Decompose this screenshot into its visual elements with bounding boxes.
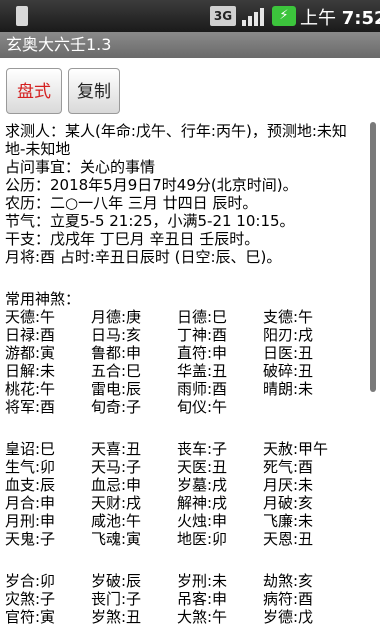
gods-heading: 常用神煞： [5,290,81,308]
god-entry: 丧门:子 [91,590,142,608]
god-entry: 月破:亥 [263,494,314,512]
god-entry: 地医:卯 [177,530,228,548]
god-entry: 游都:寅 [5,344,56,362]
gods-row: 血支:辰 血忌:申 岁墓:戌 月厌:未 [5,476,365,494]
gods-row: 岁合:卯 岁破:辰 岁刑:未 劫煞:亥 [5,572,365,590]
god-entry: 雨师:酉 [177,380,228,398]
gods-row: 日禄:酉 日马:亥 丁神:酉 阳刃:戌 [5,326,365,344]
god-entry: 岁合:卯 [5,572,56,590]
god-entry: 咸池:午 [91,512,142,530]
god-entry: 天马:子 [91,458,142,476]
gods-row: 日解:未 五合:巳 华盖:丑 破碎:丑 [5,362,365,380]
god-entry: 日马:亥 [91,326,142,344]
gods-row: 生气:卯 天马:子 天医:丑 死气:酉 [5,458,365,476]
solar-term-line: 节气：立夏5-5 21:25，小满5-21 10:15。 [5,212,295,230]
solar-date-line: 公历：2018年5月9日7时49分(北京时间)。 [5,176,298,194]
god-entry: 岁破:辰 [91,572,142,590]
god-entry: 飞廉:未 [263,512,314,530]
god-entry: 生气:卯 [5,458,56,476]
god-entry: 官符:寅 [5,608,56,626]
god-entry: 病符:酉 [263,590,314,608]
sim-card-icon [16,6,28,26]
gods-row: 月合:申 天财:戌 解神:戌 月破:亥 [5,494,365,512]
god-entry: 天赦:甲午 [263,440,329,458]
god-entry: 天财:戌 [91,494,142,512]
signal-strength-icon [240,6,266,26]
gods-row: 天鬼:子 飞魂:寅 地医:卯 天恩:丑 [5,530,365,548]
location-line: 地-未知地 [5,140,71,158]
god-entry: 天恩:丑 [263,530,314,548]
god-entry: 天医:丑 [177,458,228,476]
querent-line: 求测人：某人(年命:戊午、行年:丙午)，预测地:未知 [5,122,347,140]
god-entry: 将军:酉 [5,398,56,416]
matter-line: 占问事宜：关心的事情 [5,158,156,176]
ganzhi-line: 干支：戊戌年 丁巳月 辛丑日 壬辰时。 [5,230,260,248]
clock: 上午 7:52 [300,4,380,30]
god-entry: 岁德:戊 [263,608,314,626]
app-title-bar: 玄奥大六壬1.3 [0,32,380,58]
god-entry: 吊客:申 [177,590,228,608]
god-entry: 日医:丑 [263,344,314,362]
clock-time: 7:52 [341,8,380,29]
gods-row: 皇诏:巳 天喜:丑 丧车:子 天赦:甲午 [5,440,365,458]
god-entry: 皇诏:巳 [5,440,56,458]
god-entry: 天鬼:子 [5,530,56,548]
gods-row: 将军:酉 旬奇:子 旬仪:午 [5,398,365,416]
god-entry: 晴朗:未 [263,380,314,398]
gods-row: 官符:寅 岁煞:丑 大煞:午 岁德:戊 [5,608,365,626]
god-entry: 丁神:酉 [177,326,228,344]
god-entry: 火烛:申 [177,512,228,530]
god-entry: 血支:辰 [5,476,56,494]
god-entry: 死气:酉 [263,458,314,476]
god-entry: 破碎:丑 [263,362,314,380]
gods-row: 灾煞:子 丧门:子 吊客:申 病符:酉 [5,590,365,608]
god-entry: 丧车:子 [177,440,228,458]
status-bar: 3G ⚡ 上午 7:52 [0,0,380,32]
copy-button[interactable]: 复制 [68,68,120,114]
god-entry: 大煞:午 [177,608,228,626]
god-entry: 雷电:辰 [91,380,142,398]
gods-row: 月刑:申 咸池:午 火烛:申 飞廉:未 [5,512,365,530]
app-title: 玄奥大六壬1.3 [6,35,112,54]
god-entry: 岁墓:戌 [177,476,228,494]
god-entry: 飞魂:寅 [91,530,142,548]
god-entry: 岁煞:丑 [91,608,142,626]
month-general-line: 月将:酉 占时:辛丑日辰时 (日空:辰、巳)。 [5,248,282,266]
god-entry: 劫煞:亥 [263,572,314,590]
lunar-date-line: 农历：二○一八年 三月 廿四日 辰时。 [5,194,258,212]
god-entry: 阳刃:戌 [263,326,314,344]
vertical-scrollbar[interactable] [370,122,376,392]
god-entry: 旬仪:午 [177,398,228,416]
result-text-area[interactable]: 求测人：某人(年命:戊午、行年:丙午)，预测地:未知 地-未知地 占问事宜：关心… [0,120,368,629]
god-entry: 桃花:午 [5,380,56,398]
god-entry: 血忌:申 [91,476,142,494]
god-entry: 岁刑:未 [177,572,228,590]
god-entry: 旬奇:子 [91,398,142,416]
god-entry: 月合:申 [5,494,56,512]
gods-row: 桃花:午 雷电:辰 雨师:酉 晴朗:未 [5,380,365,398]
god-entry: 灾煞:子 [5,590,56,608]
god-entry: 月德:庚 [91,308,142,326]
god-entry: 解神:戌 [177,494,228,512]
god-entry: 支德:午 [263,308,314,326]
clock-ampm: 上午 [300,8,336,29]
god-entry: 天德:午 [5,308,56,326]
god-entry: 天喜:丑 [91,440,142,458]
god-entry: 月厌:未 [263,476,314,494]
pan-button[interactable]: 盘式 [6,68,62,114]
god-entry: 华盖:丑 [177,362,228,380]
gods-row: 天德:午 月德:庚 日德:巳 支德:午 [5,308,365,326]
god-entry: 直符:申 [177,344,228,362]
god-entry: 日解:未 [5,362,56,380]
gods-row: 游都:寅 鲁都:申 直符:申 日医:丑 [5,344,365,362]
god-entry: 鲁都:申 [91,344,142,362]
god-entry: 日禄:酉 [5,326,56,344]
god-entry: 月刑:申 [5,512,56,530]
god-entry: 五合:巳 [91,362,142,380]
god-entry: 日德:巳 [177,308,228,326]
battery-charging-icon: ⚡ [272,6,296,26]
network-3g-icon: 3G [210,6,236,26]
